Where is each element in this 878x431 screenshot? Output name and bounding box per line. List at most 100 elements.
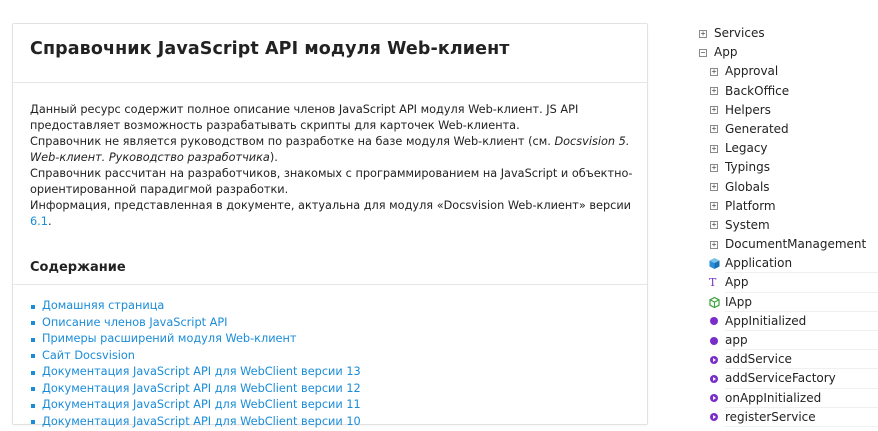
tree-node-system[interactable]: + System <box>698 216 878 235</box>
tree-node-generated[interactable]: + Generated <box>698 120 878 139</box>
expand-plus-icon[interactable]: + <box>710 67 718 76</box>
tree-leaf-registerservice[interactable]: registerService <box>698 408 878 428</box>
toc-item: Документация JavaScript API для WebClien… <box>30 414 361 431</box>
expand-plus-icon[interactable]: + <box>710 87 718 96</box>
tree-node-label: DocumentManagement <box>725 237 867 252</box>
expand-plus-icon[interactable]: + <box>710 106 718 115</box>
tree-node-label: App <box>714 45 738 60</box>
class-cube-icon <box>709 258 720 270</box>
toc-link-examples[interactable]: Примеры расширений модуля Web-клиент <box>42 332 296 345</box>
bullet-icon <box>31 420 35 424</box>
function-icon <box>710 413 718 422</box>
tree-leaf-app-type[interactable]: T App <box>698 273 878 293</box>
toc-item: Примеры расширений модуля Web-клиент <box>30 331 361 348</box>
tree-node-documentmanagement[interactable]: + DocumentManagement <box>698 235 878 254</box>
toc-link-home[interactable]: Домашняя страница <box>42 299 164 312</box>
tree-node-globals[interactable]: + Globals <box>698 178 878 197</box>
version-number: 6.1 <box>30 215 48 228</box>
tree-leaf-addservice[interactable]: addService <box>698 350 878 370</box>
api-tree: + Services − App + Approval + BackOffice +… <box>698 24 878 428</box>
tree-node-label: Globals <box>725 179 770 194</box>
tree-node-label: Platform <box>725 198 776 213</box>
bullet-icon <box>31 403 35 408</box>
page-title: Справочник JavaScript API модуля Web-кли… <box>30 39 510 59</box>
bullet-icon <box>31 321 35 325</box>
interface-cube-icon <box>709 296 720 308</box>
tree-node-label: Services <box>714 26 765 40</box>
tree-node-legacy[interactable]: + Legacy <box>698 139 878 158</box>
toc-list: Домашняя страница Описание членов JavaSc… <box>30 298 361 430</box>
tree-node-label: onAppInitialized <box>725 390 822 405</box>
toc-link-v11[interactable]: Документация JavaScript API для WebClien… <box>42 398 361 411</box>
content-panel: Справочник JavaScript API модуля Web-кли… <box>12 23 648 428</box>
tree-leaf-appinitialized[interactable]: AppInitialized <box>698 312 878 332</box>
bullet-icon <box>31 337 35 342</box>
toc-link-v10[interactable]: Документация JavaScript API для WebClien… <box>42 415 361 428</box>
toc-item: Описание членов JavaScript API <box>30 315 361 332</box>
tree-node-label: registerService <box>725 409 816 424</box>
expand-plus-icon[interactable]: + <box>699 29 707 38</box>
toc-item: Документация JavaScript API для WebClien… <box>30 381 361 398</box>
toc-item: Документация JavaScript API для WebClien… <box>30 397 361 414</box>
tree-node-approval[interactable]: + Approval <box>698 62 878 81</box>
tree-node-services[interactable]: + Services <box>698 24 878 43</box>
tree-node-typings[interactable]: + Typings <box>698 158 878 177</box>
desc-line-2: Справочник не является руководством по р… <box>30 135 630 164</box>
desc-line-1: Данный ресурс содержит полное описание ч… <box>30 103 579 132</box>
tree-leaf-app-var[interactable]: app <box>698 331 878 351</box>
toc-item: Домашняя страница <box>30 298 361 315</box>
expand-plus-icon[interactable]: + <box>710 202 718 211</box>
tree-node-helpers[interactable]: + Helpers <box>698 101 878 120</box>
function-icon <box>710 355 718 364</box>
tree-leaf-addservicefactory[interactable]: addServiceFactory <box>698 369 878 389</box>
variable-dot-icon <box>710 317 718 326</box>
expand-plus-icon[interactable]: + <box>710 240 718 249</box>
toc-item: Документация JavaScript API для WebClien… <box>30 364 361 381</box>
tree-leaf-application[interactable]: Application <box>698 254 878 274</box>
toc-heading: Содержание <box>30 260 126 275</box>
toc-link-members[interactable]: Описание членов JavaScript API <box>42 316 228 329</box>
tree-node-label: BackOffice <box>725 83 790 98</box>
bullet-icon <box>31 304 35 309</box>
tree-node-label: app <box>725 333 748 347</box>
expand-plus-icon[interactable]: + <box>710 163 718 172</box>
toc-item: Сайт Docsvision <box>30 348 361 365</box>
expand-plus-icon[interactable]: + <box>710 125 718 134</box>
tree-node-label: Typings <box>725 160 770 175</box>
toc-link-v12[interactable]: Документация JavaScript API для WebClien… <box>42 382 361 395</box>
tree-node-label: Legacy <box>725 141 768 156</box>
expand-plus-icon[interactable]: + <box>710 221 718 230</box>
collapse-minus-icon[interactable]: − <box>699 48 707 57</box>
toc-divider <box>13 284 647 285</box>
tree-node-label: addServiceFactory <box>725 371 836 386</box>
expand-plus-icon[interactable]: + <box>710 183 718 191</box>
tree-node-label: Application <box>725 256 793 271</box>
toc-link-site[interactable]: Сайт Docsvision <box>42 349 135 362</box>
tree-leaf-onappinitialized[interactable]: onAppInitialized <box>698 389 878 408</box>
description: Данный ресурс содержит полное описание ч… <box>30 102 635 230</box>
tree-node-label: IApp <box>725 294 752 309</box>
expand-plus-icon[interactable]: + <box>710 144 718 153</box>
toc-link-v13[interactable]: Документация JavaScript API для WebClien… <box>42 365 361 378</box>
variable-dot-icon <box>710 336 718 345</box>
tree-node-platform[interactable]: + Platform <box>698 197 878 216</box>
tree-node-label: Helpers <box>725 102 771 117</box>
title-divider <box>13 82 647 83</box>
tree-leaf-iapp[interactable]: IApp <box>698 293 878 313</box>
function-icon <box>710 374 718 383</box>
bullet-icon <box>31 354 35 358</box>
tree-node-label: Approval <box>725 64 779 79</box>
tree-node-label: App <box>725 275 749 290</box>
desc-line-3: Справочник рассчитан на разработчиков, з… <box>30 167 633 196</box>
tree-node-label: Generated <box>725 121 789 136</box>
tree-node-backoffice[interactable]: + BackOffice <box>698 82 878 101</box>
tree-node-label: AppInitialized <box>725 313 807 328</box>
desc-line-4: Информация, представленная в документе, … <box>30 199 632 228</box>
function-icon <box>710 394 718 403</box>
tree-node-label: System <box>725 217 770 232</box>
type-alias-icon: T <box>709 276 717 290</box>
bullet-icon <box>31 387 35 391</box>
bullet-icon <box>31 370 35 375</box>
tree-node-label: addService <box>725 352 792 367</box>
tree-node-app[interactable]: − App <box>698 43 878 62</box>
